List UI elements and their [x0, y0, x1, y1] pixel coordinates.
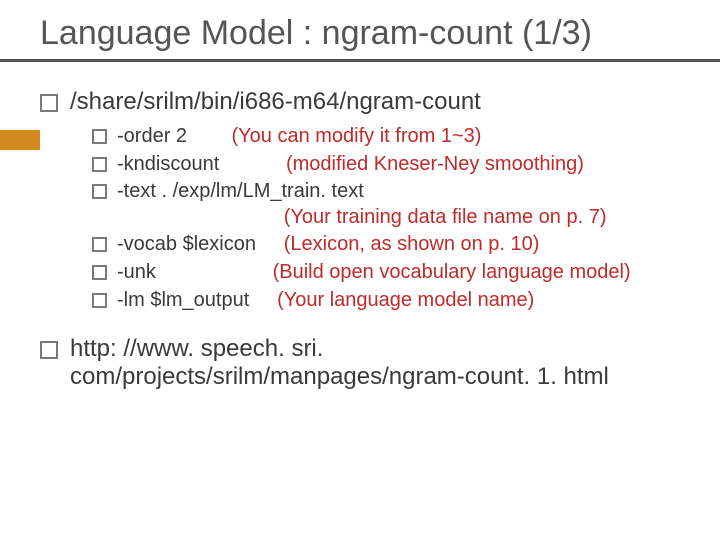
flag-text: -vocab $lexicon [117, 233, 284, 255]
list-item: http: //www. speech. sri. com/projects/s… [40, 335, 682, 391]
sub-item: -order 2 (You can modify it from 1~3) [92, 124, 682, 150]
note-text: (Your language model name) [277, 289, 534, 311]
sub-item-body: -lm $lm_output (Your language model name… [117, 288, 682, 314]
bullet-icon [92, 129, 107, 144]
accent-bar [0, 130, 40, 150]
bullet-icon [92, 237, 107, 252]
sub-item: -unk (Build open vocabulary language mod… [92, 260, 682, 286]
bullet-icon [92, 265, 107, 280]
sub-item: -vocab $lexicon (Lexicon, as shown on p.… [92, 232, 682, 258]
content: /share/srilm/bin/i686-m64/ngram-count -o… [40, 88, 682, 391]
sub-item: -text . /exp/lm/LM_train. text (Your tra… [92, 179, 682, 230]
flag-text: -kndiscount [117, 153, 286, 175]
bullet-icon [92, 293, 107, 308]
title-underline [0, 59, 720, 62]
slide: Language Model : ngram-count (1/3) /shar… [0, 14, 720, 554]
sub-item-body: -unk (Build open vocabulary language mod… [117, 260, 682, 286]
list-item-text: /share/srilm/bin/i686-m64/ngram-count [70, 88, 682, 116]
note-text: (Lexicon, as shown on p. 10) [284, 233, 540, 255]
note-text: (modified Kneser-Ney smoothing) [286, 153, 584, 175]
sublist: -order 2 (You can modify it from 1~3) -k… [92, 124, 682, 313]
note-text: (You can modify it from 1~3) [231, 125, 481, 147]
list-item-text: http: //www. speech. sri. com/projects/s… [70, 335, 682, 391]
bullet-icon [40, 94, 58, 112]
sub-item-body: -kndiscount (modified Kneser-Ney smoothi… [117, 152, 682, 178]
sub-item: -lm $lm_output (Your language model name… [92, 288, 682, 314]
bullet-icon [40, 341, 58, 359]
note-text: (Your training data file name on p. 7) [284, 206, 607, 228]
flag-text: -unk [117, 261, 273, 283]
bullet-icon [92, 184, 107, 199]
list-item: /share/srilm/bin/i686-m64/ngram-count [40, 88, 682, 116]
sub-item-body: -order 2 (You can modify it from 1~3) [117, 124, 682, 150]
flag-text: -lm $lm_output [117, 289, 277, 311]
bullet-icon [92, 157, 107, 172]
flag-text: -order 2 [117, 125, 231, 147]
note-text: (Build open vocabulary language model) [273, 261, 631, 283]
sub-item: -kndiscount (modified Kneser-Ney smoothi… [92, 152, 682, 178]
sub-item-body: -text . /exp/lm/LM_train. text (Your tra… [117, 179, 682, 230]
sub-item-body: -vocab $lexicon (Lexicon, as shown on p.… [117, 232, 682, 258]
page-title: Language Model : ngram-count (1/3) [40, 14, 720, 53]
